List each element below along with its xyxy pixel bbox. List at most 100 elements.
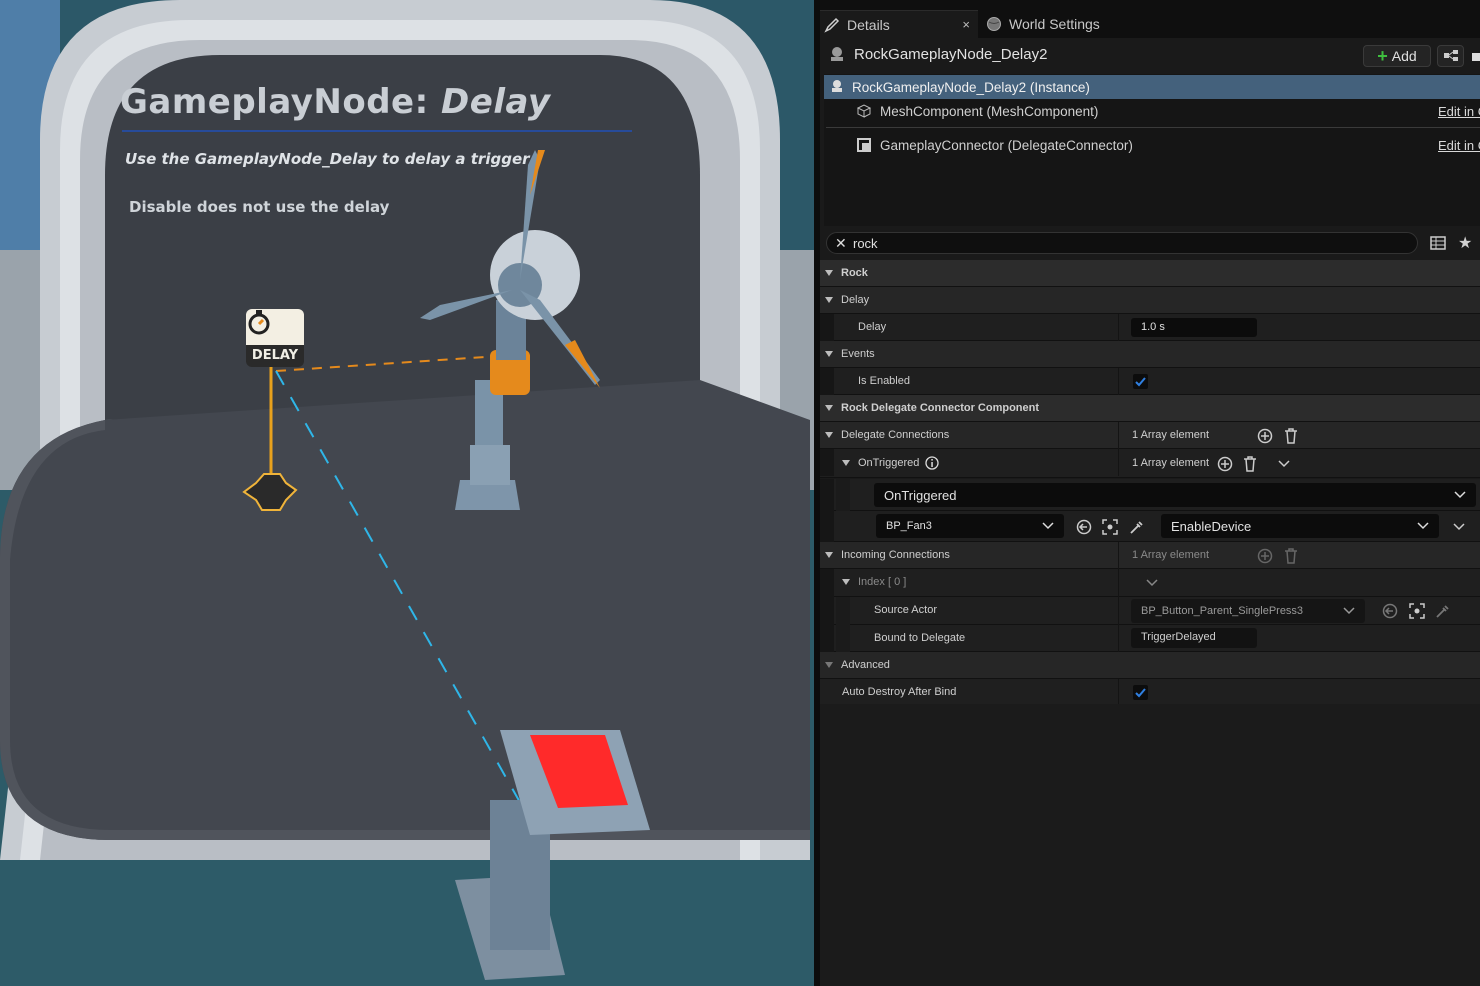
use-selected-icon[interactable]: [1075, 518, 1093, 536]
chevron-down-icon[interactable]: [1450, 518, 1468, 536]
category-delay-label: Delay: [841, 294, 870, 306]
chevron-down-icon: [1454, 489, 1466, 504]
category-rock[interactable]: Rock: [820, 260, 1480, 287]
incoming-index-row[interactable]: Index [ 0 ]: [820, 569, 1480, 597]
pencil-icon: [824, 17, 840, 33]
tree-divider: [826, 127, 1480, 128]
add-element-icon[interactable]: [1256, 427, 1274, 445]
property-bound-to-delegate: Bound to Delegate TriggerDelayed: [820, 625, 1480, 652]
eyedropper-icon: [1434, 602, 1452, 620]
category-events[interactable]: Events: [820, 341, 1480, 368]
chevron-down-icon[interactable]: [1143, 574, 1161, 592]
category-delay[interactable]: Delay: [820, 287, 1480, 314]
property-delegate-connections[interactable]: Delegate Connections 1 Array element: [820, 422, 1480, 449]
source-actor-value: BP_Button_Parent_SinglePress3: [1141, 605, 1304, 617]
chevron-down-icon: [842, 460, 850, 466]
tree-instance-label: RockGameplayNode_Delay2 (Instance): [852, 79, 1090, 95]
tree-row-connector[interactable]: GameplayConnector (DelegateConnector) Ed…: [824, 133, 1480, 157]
category-rock-delegate-connector[interactable]: Rock Delegate Connector Component: [820, 395, 1480, 422]
star-icon[interactable]: ★: [1458, 233, 1472, 253]
chevron-down-icon: [842, 579, 850, 585]
checkmark-icon: [1135, 688, 1146, 698]
trash-icon[interactable]: [1241, 455, 1259, 473]
delay-node-label: DELAY: [246, 345, 304, 367]
clear-search-icon[interactable]: ✕: [835, 235, 847, 252]
target-function-value: EnableDevice: [1171, 518, 1252, 534]
browse-icon[interactable]: [1408, 602, 1426, 620]
chevron-down-icon: [825, 662, 833, 668]
info-icon[interactable]: [925, 456, 939, 470]
property-on-triggered[interactable]: OnTriggered 1 Array element: [820, 449, 1480, 478]
sign-title: GameplayNode: Delay: [120, 82, 551, 122]
tab-world-settings-label: World Settings: [1009, 16, 1100, 32]
delegate-select[interactable]: OnTriggered: [874, 483, 1476, 507]
table-view-icon[interactable]: [1430, 236, 1446, 255]
property-source-actor: Source Actor BP_Button_Parent_SinglePres…: [820, 597, 1480, 625]
delay-node-badge[interactable]: DELAY: [246, 309, 304, 367]
chevron-down-icon: [825, 270, 833, 276]
close-icon[interactable]: ×: [962, 17, 970, 32]
eyedropper-icon[interactable]: [1128, 518, 1146, 536]
property-is-enabled: Is Enabled: [820, 368, 1480, 395]
property-delay-label: Delay: [858, 321, 887, 333]
auto-destroy-checkbox[interactable]: [1133, 685, 1148, 700]
chevron-down-icon: [825, 297, 833, 303]
checkmark-icon: [1135, 377, 1146, 387]
level-viewport[interactable]: GameplayNode: Delay Use the GameplayNode…: [0, 0, 814, 986]
incoming-connections-label: Incoming Connections: [841, 549, 950, 561]
target-binding-row: BP_Fan3 EnableDevice: [820, 511, 1480, 542]
sign-line-2: Disable does not use the delay: [129, 198, 390, 216]
delay-input[interactable]: 1.0 s: [1131, 318, 1257, 337]
overflow-icon[interactable]: [1472, 53, 1480, 61]
delegate-connections-label: Delegate Connections: [841, 429, 950, 441]
on-triggered-delegate-row: OnTriggered: [820, 479, 1480, 511]
component-tree: RockGameplayNode_Delay2 (Instance) MeshC…: [824, 74, 1480, 226]
details-panel: Details × World Settings RockGameplayNod…: [820, 0, 1480, 986]
details-empty-area: [820, 704, 1480, 986]
delegate-select-value: OnTriggered: [884, 487, 957, 503]
add-element-icon[interactable]: [1216, 455, 1234, 473]
category-rdcc-label: Rock Delegate Connector Component: [841, 402, 1040, 414]
incoming-connections-count: 1 Array element: [1132, 549, 1210, 561]
trash-icon[interactable]: [1282, 427, 1300, 445]
chevron-down-icon: [1042, 520, 1054, 535]
category-advanced[interactable]: Advanced: [820, 652, 1480, 679]
sign-title-prefix: GameplayNode:: [120, 82, 442, 122]
add-component-button[interactable]: + Add: [1363, 45, 1431, 67]
tree-row-mesh[interactable]: MeshComponent (MeshComponent) Edit in C+…: [824, 99, 1480, 123]
search-input[interactable]: ✕ rock: [826, 232, 1418, 254]
on-triggered-count: 1 Array element: [1132, 457, 1210, 469]
search-value: rock: [853, 236, 878, 251]
chevron-down-icon: [1417, 520, 1429, 535]
mesh-icon: [856, 103, 872, 119]
is-enabled-checkbox[interactable]: [1133, 374, 1148, 389]
browse-icon[interactable]: [1101, 518, 1119, 536]
bound-to-delegate-label: Bound to Delegate: [874, 632, 966, 644]
target-actor-select[interactable]: BP_Fan3: [876, 514, 1064, 538]
actor-name: RockGameplayNode_Delay2: [854, 46, 1048, 63]
tree-instance-row[interactable]: RockGameplayNode_Delay2 (Instance): [824, 75, 1480, 99]
stopwatch-icon: [246, 309, 304, 347]
source-actor-select[interactable]: BP_Button_Parent_SinglePress3: [1131, 599, 1365, 623]
tab-details[interactable]: Details ×: [820, 10, 978, 38]
actor-icon: [828, 45, 846, 68]
blueprint-button[interactable]: [1437, 45, 1464, 67]
tab-world-settings[interactable]: World Settings: [980, 10, 1180, 38]
target-function-select[interactable]: EnableDevice: [1161, 514, 1439, 538]
use-selected-icon: [1381, 602, 1399, 620]
edit-in-cpp-link[interactable]: Edit in C++: [1438, 104, 1480, 119]
property-delay: Delay 1.0 s: [820, 314, 1480, 341]
auto-destroy-label: Auto Destroy After Bind: [842, 686, 957, 698]
tab-details-label: Details: [847, 16, 890, 33]
index-label: Index [ 0 ]: [858, 576, 907, 588]
property-incoming-connections[interactable]: Incoming Connections 1 Array element: [820, 542, 1480, 569]
advanced-label: Advanced: [841, 659, 890, 671]
chevron-down-icon: [1343, 605, 1355, 620]
edit-in-cpp-link[interactable]: Edit in C++: [1438, 138, 1480, 153]
sign-line-1: Use the GameplayNode_Delay to delay a tr…: [125, 150, 530, 168]
chevron-down-icon: [825, 552, 833, 558]
tree-mesh-label: MeshComponent (MeshComponent): [880, 103, 1099, 119]
chevron-down-icon[interactable]: [1275, 455, 1293, 473]
tree-connector-label: GameplayConnector (DelegateConnector): [880, 137, 1133, 153]
plus-icon: +: [1377, 46, 1388, 66]
